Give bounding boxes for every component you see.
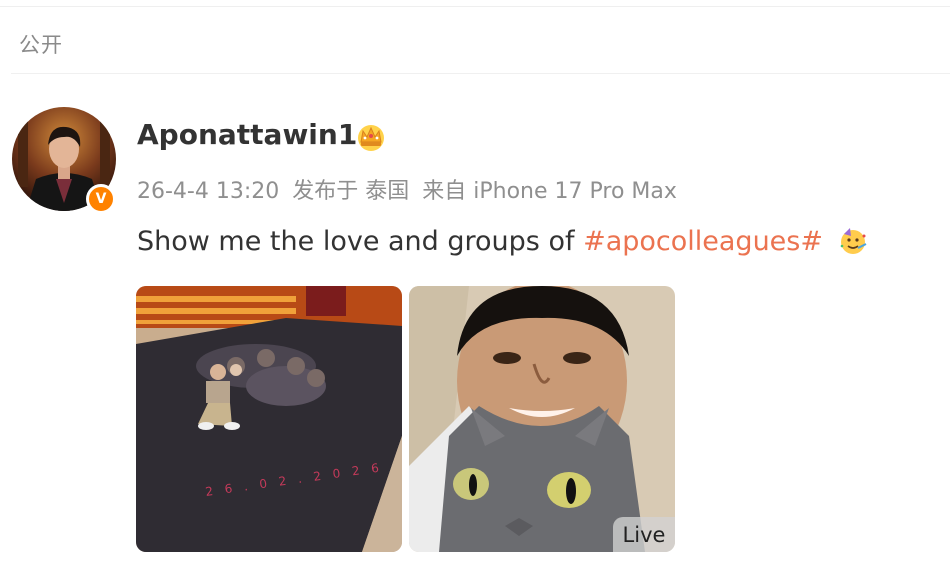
live-badge: Live: [613, 517, 675, 552]
visibility-label: 公开: [19, 33, 63, 57]
post-meta: 26-4-4 13:20 发布于 泰国 来自 iPhone 17 Pro Max: [137, 173, 683, 205]
post-text: Show me the love and groups of: [137, 226, 584, 257]
party-face-icon: [838, 226, 868, 256]
section-divider: [11, 73, 950, 74]
post-time[interactable]: 26-4-4 13:20: [137, 179, 279, 204]
author-name[interactable]: Aponattawin1: [137, 118, 357, 151]
post-location: 发布于 泰国: [292, 179, 410, 204]
visibility-row: 公开: [0, 7, 950, 73]
post-source: 来自 iPhone 17 Pro Max: [422, 179, 677, 204]
crown-icon: [355, 122, 387, 152]
floor-poster-photo[interactable]: 2 6 . 0 2 . 2 0 2 6: [136, 286, 402, 552]
selfie-with-cat-photo[interactable]: Live: [409, 286, 675, 552]
post-body: Show me the love and groups of #apocolle…: [137, 226, 868, 257]
author-avatar[interactable]: V: [12, 107, 116, 214]
verified-badge: V: [86, 184, 116, 214]
hashtag-link[interactable]: #apocolleagues#: [583, 226, 823, 257]
